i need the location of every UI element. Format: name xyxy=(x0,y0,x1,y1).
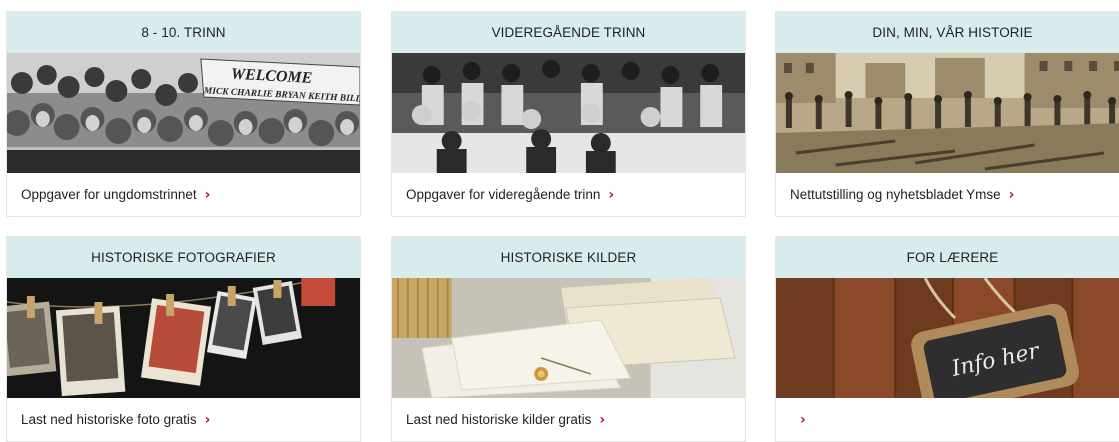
card-link[interactable]: Nettutstilling og nyhetsbladet Ymse › xyxy=(776,173,1119,216)
card-title: FOR LÆRERE xyxy=(776,237,1119,278)
card-link-text: Last ned historiske foto gratis xyxy=(21,412,197,427)
card-title: HISTORISKE FOTOGRAFIER xyxy=(7,237,360,278)
card-link-text: Oppgaver for ungdomstrinnet xyxy=(21,187,197,202)
card-videregaende[interactable]: VIDEREGÅENDE TRINN Oppgaver for videregå… xyxy=(391,11,746,217)
chevron-right-icon: › xyxy=(1008,186,1015,203)
hanging-photos xyxy=(7,278,360,398)
chevron-right-icon: › xyxy=(599,411,606,428)
card-link-text: Oppgaver for videregående trinn xyxy=(406,187,601,202)
card-link[interactable]: › xyxy=(776,398,1119,441)
card-link[interactable]: Oppgaver for ungdomstrinnet › xyxy=(7,173,360,216)
card-title: DIN, MIN, VÅR HISTORIE xyxy=(776,12,1119,53)
crowd-photo: WELCOME MICK CHARLIE BRYAN KEITH BILL xyxy=(7,53,360,173)
card-link-text: Last ned historiske kilder gratis xyxy=(406,412,592,427)
card-kilder[interactable]: HISTORISKE KILDER Last ned historiske ki… xyxy=(391,236,746,442)
card-link[interactable]: Last ned historiske foto gratis › xyxy=(7,398,360,441)
card-fotografier[interactable]: HISTORISKE FOTOGRAFIER Last ned historis… xyxy=(6,236,361,442)
class-photo xyxy=(392,53,745,173)
card-title: 8 - 10. TRINN xyxy=(7,12,360,53)
card-for-laerere[interactable]: FOR LÆRERE Info her › xyxy=(775,236,1119,442)
street-photo xyxy=(776,53,1119,173)
chevron-right-icon: › xyxy=(204,411,211,428)
card-ungdomstrinn[interactable]: 8 - 10. TRINN WELCOME MICK CHARLIE BRYAN… xyxy=(6,11,361,217)
card-historie[interactable]: DIN, MIN, VÅR HISTORIE Nettutstilling og… xyxy=(775,11,1119,217)
chevron-right-icon: › xyxy=(204,186,211,203)
documents-photo xyxy=(392,278,745,398)
card-title: HISTORISKE KILDER xyxy=(392,237,745,278)
chevron-right-icon: › xyxy=(608,186,615,203)
card-link-text: Nettutstilling og nyhetsbladet Ymse xyxy=(790,187,1001,202)
chalkboard-sign: Info her xyxy=(776,278,1119,398)
chevron-right-icon: › xyxy=(800,411,806,428)
card-title: VIDEREGÅENDE TRINN xyxy=(392,12,745,53)
card-link[interactable]: Oppgaver for videregående trinn › xyxy=(392,173,745,216)
card-link[interactable]: Last ned historiske kilder gratis › xyxy=(392,398,745,441)
